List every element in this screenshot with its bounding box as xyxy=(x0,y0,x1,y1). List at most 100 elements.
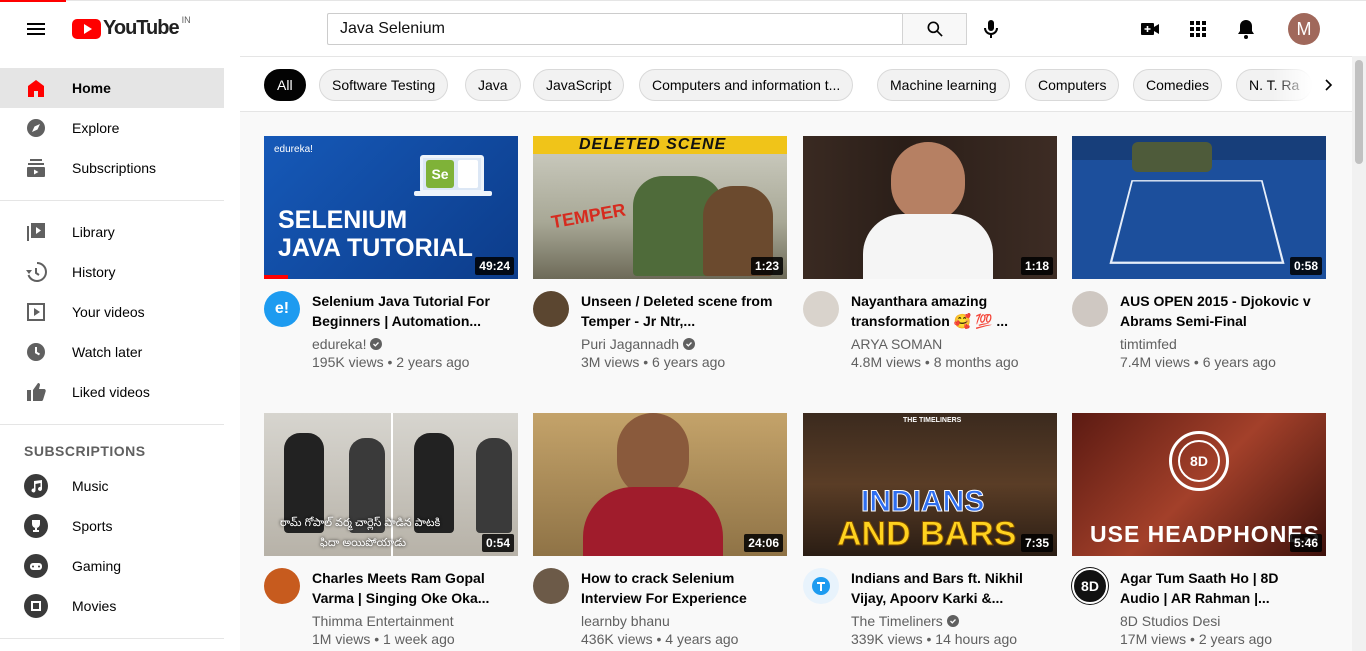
channel-avatar[interactable] xyxy=(803,291,839,327)
account-avatar[interactable]: M xyxy=(1288,13,1320,45)
scrollbar-thumb[interactable] xyxy=(1355,60,1363,164)
sidebar-item-label: Your videos xyxy=(72,304,145,320)
video-meta: AUS OPEN 2015 - Djokovic v Abrams Semi-F… xyxy=(1072,291,1326,371)
video-stats: 4.8M views • 8 months ago xyxy=(851,354,1019,370)
voice-search-button[interactable] xyxy=(971,9,1011,49)
sidebar-item-music[interactable]: Music xyxy=(0,466,224,506)
video-title[interactable]: Unseen / Deleted scene from Temper - Jr … xyxy=(581,291,781,331)
view-count: 436K views xyxy=(581,631,653,647)
headphones-icon: 8D xyxy=(1169,431,1229,491)
chips-next-button[interactable] xyxy=(1316,73,1340,97)
video-duration: 1:23 xyxy=(750,257,783,275)
subscriptions-heading: SUBSCRIPTIONS xyxy=(24,443,146,459)
create-video-icon xyxy=(1141,23,1159,35)
sidebar-item-label: Music xyxy=(72,478,109,494)
channel-avatar[interactable] xyxy=(803,568,839,604)
video-thumbnail[interactable]: 0:58 xyxy=(1072,136,1326,279)
video-meta: How to crack Selenium Interview For Expe… xyxy=(533,568,787,648)
video-title[interactable]: How to crack Selenium Interview For Expe… xyxy=(581,568,781,608)
video-title[interactable]: Indians and Bars ft. Nikhil Vijay, Apoor… xyxy=(851,568,1051,608)
sidebar-item-gaming[interactable]: Gaming xyxy=(0,546,224,586)
video-title[interactable]: Charles Meets Ram Gopal Varma | Singing … xyxy=(312,568,512,608)
video-meta: Charles Meets Ram Gopal Varma | Singing … xyxy=(264,568,518,648)
menu-icon xyxy=(27,23,45,35)
video-card[interactable]: 1:18 Nayanthara amazing transformation 🥰… xyxy=(803,136,1057,371)
history-icon xyxy=(24,260,48,284)
video-duration: 49:24 xyxy=(475,257,514,275)
channel-avatar[interactable]: e! xyxy=(264,291,300,327)
create-button[interactable] xyxy=(1130,9,1170,49)
channel-name[interactable]: 8D Studios Desi xyxy=(1120,613,1220,629)
channel-avatar[interactable] xyxy=(264,568,300,604)
sidebar-item-library[interactable]: Library xyxy=(0,212,224,252)
channel-name-row: Thimma Entertainment xyxy=(312,613,454,629)
channel-name[interactable]: learnby bhanu xyxy=(581,613,670,629)
video-card[interactable]: రామ్ గోపాల్ వర్మ చార్లెస్ పాడిన పాటకి ఫి… xyxy=(264,413,518,648)
sidebar-item-history[interactable]: History xyxy=(0,252,224,292)
video-card[interactable]: edureka! Se SELENIUM JAVA TUTORIAL 49:24… xyxy=(264,136,518,371)
channel-name[interactable]: edureka! xyxy=(312,336,366,352)
channel-avatar[interactable]: 8D xyxy=(1072,568,1108,604)
video-title[interactable]: Nayanthara amazing transformation 🥰 💯 ..… xyxy=(851,291,1051,331)
channel-name[interactable]: timtimfed xyxy=(1120,336,1177,352)
video-title[interactable]: Selenium Java Tutorial For Beginners | A… xyxy=(312,291,512,331)
sidebar-item-liked-videos[interactable]: Liked videos xyxy=(0,372,224,412)
chip-machine-learning[interactable]: Machine learning xyxy=(877,69,1010,101)
video-card[interactable]: 0:58 AUS OPEN 2015 - Djokovic v Abrams S… xyxy=(1072,136,1326,371)
video-card[interactable]: THE TIMELINERS INDIANS AND BARS 7:35 Ind… xyxy=(803,413,1057,648)
video-title[interactable]: Agar Tum Saath Ho | 8D Audio | AR Rahman… xyxy=(1120,568,1320,608)
video-meta: 8D Agar Tum Saath Ho | 8D Audio | AR Rah… xyxy=(1072,568,1326,648)
sidebar-item-movies[interactable]: Movies xyxy=(0,586,224,626)
menu-button[interactable] xyxy=(16,9,56,49)
thumbnail-caption-line2: ఫిదా అయిపోయాడు xyxy=(320,537,407,549)
channel-avatar[interactable] xyxy=(1072,291,1108,327)
chip-computers-and-information[interactable]: Computers and information t... xyxy=(639,69,854,101)
channel-name[interactable]: Thimma Entertainment xyxy=(312,613,454,629)
chip-computers[interactable]: Computers xyxy=(1025,69,1120,101)
channel-name-row: Puri Jagannadh xyxy=(581,336,696,352)
sidebar-item-subscriptions[interactable]: Subscriptions xyxy=(0,148,224,188)
video-thumbnail[interactable]: 24:06 xyxy=(533,413,787,556)
chip-software-testing[interactable]: Software Testing xyxy=(319,69,449,101)
chip-all[interactable]: All xyxy=(264,69,306,101)
view-count: 7.4M views xyxy=(1120,354,1191,370)
video-card[interactable]: DELETED SCENE TEMPER 1:23 Unseen / Delet… xyxy=(533,136,787,371)
sidebar-item-label: Sports xyxy=(72,518,113,534)
channel-avatar[interactable] xyxy=(533,291,569,327)
channel-name[interactable]: The Timeliners xyxy=(851,613,943,629)
page-scrollbar[interactable] xyxy=(1352,56,1366,651)
video-card[interactable]: 8D USE HEADPHONES 5:46 8D Agar Tum Saath… xyxy=(1072,413,1326,648)
video-thumbnail[interactable]: edureka! Se SELENIUM JAVA TUTORIAL 49:24 xyxy=(264,136,518,279)
video-duration: 5:46 xyxy=(1289,534,1322,552)
channel-name[interactable]: ARYA SOMAN xyxy=(851,336,942,352)
sidebar-item-watch-later[interactable]: Watch later xyxy=(0,332,224,372)
apps-grid-icon xyxy=(1190,21,1206,37)
search-icon xyxy=(927,21,943,37)
sidebar-item-home[interactable]: Home xyxy=(0,68,224,108)
video-thumbnail[interactable]: 8D USE HEADPHONES 5:46 xyxy=(1072,413,1326,556)
chip-comedies[interactable]: Comedies xyxy=(1133,69,1223,101)
upload-age: 8 months ago xyxy=(933,354,1019,370)
video-thumbnail[interactable]: రామ్ గోపాల్ వర్మ చార్లెస్ పాడిన పాటకి ఫి… xyxy=(264,413,518,556)
sidebar-item-your-videos[interactable]: Your videos xyxy=(0,292,224,332)
video-duration: 0:58 xyxy=(1289,257,1322,275)
notifications-button[interactable] xyxy=(1226,9,1266,49)
search-button[interactable] xyxy=(902,13,967,45)
mic-icon xyxy=(984,20,998,38)
video-thumbnail[interactable]: THE TIMELINERS INDIANS AND BARS 7:35 xyxy=(803,413,1057,556)
video-stats: 195K views • 2 years ago xyxy=(312,354,470,370)
thumbnail-title-line1: INDIANS xyxy=(860,485,985,519)
video-title[interactable]: AUS OPEN 2015 - Djokovic v Abrams Semi-F… xyxy=(1120,291,1320,331)
sidebar-item-sports[interactable]: Sports xyxy=(0,506,224,546)
chip-javascript[interactable]: JavaScript xyxy=(533,69,625,101)
search-input[interactable]: Java Selenium xyxy=(327,13,903,45)
video-card[interactable]: 24:06 How to crack Selenium Interview Fo… xyxy=(533,413,787,648)
sidebar-item-explore[interactable]: Explore xyxy=(0,108,224,148)
channel-name[interactable]: Puri Jagannadh xyxy=(581,336,679,352)
channel-avatar[interactable] xyxy=(533,568,569,604)
chip-java[interactable]: Java xyxy=(465,69,521,101)
youtube-logo[interactable]: YouTube IN xyxy=(72,15,191,40)
video-thumbnail[interactable]: DELETED SCENE TEMPER 1:23 xyxy=(533,136,787,279)
apps-button[interactable] xyxy=(1178,9,1218,49)
video-thumbnail[interactable]: 1:18 xyxy=(803,136,1057,279)
